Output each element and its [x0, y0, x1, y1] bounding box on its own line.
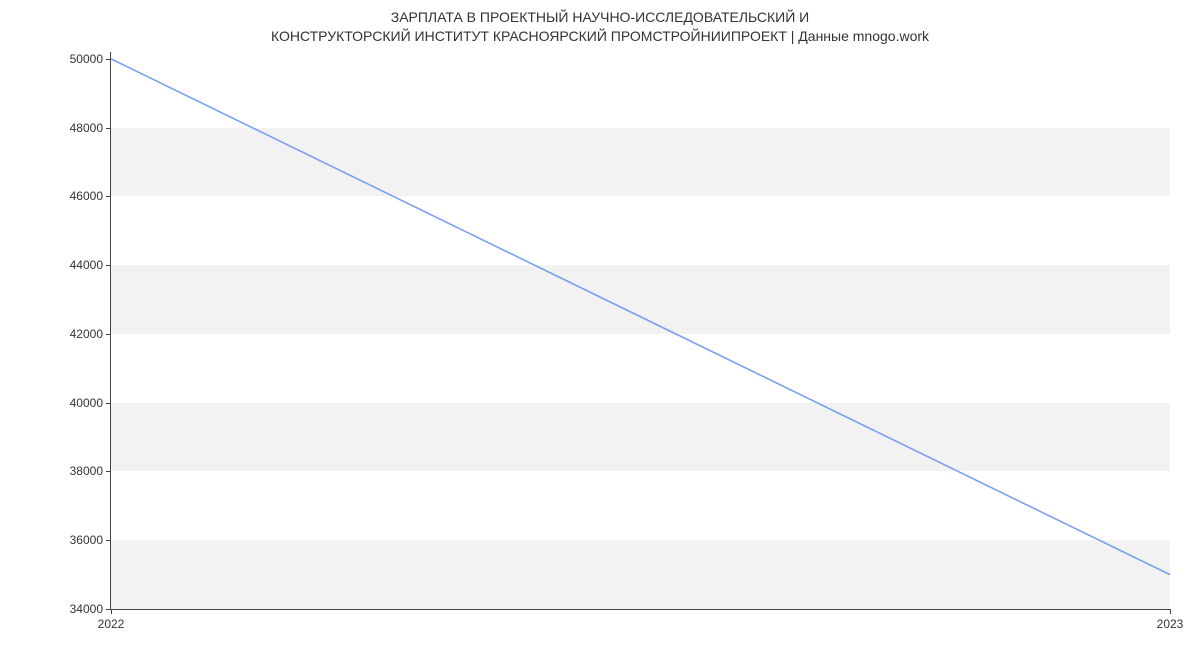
y-tick-label: 42000 [70, 327, 111, 341]
series-line [111, 59, 1170, 575]
chart-container: ЗАРПЛАТА В ПРОЕКТНЫЙ НАУЧНО-ИССЛЕДОВАТЕЛ… [0, 0, 1200, 650]
x-tick-label: 2022 [98, 609, 125, 631]
y-tick-label: 46000 [70, 189, 111, 203]
y-tick-label: 40000 [70, 396, 111, 410]
y-tick-label: 36000 [70, 533, 111, 547]
y-tick-label: 50000 [70, 52, 111, 66]
y-tick-label: 44000 [70, 258, 111, 272]
x-tick-label: 2023 [1157, 609, 1184, 631]
chart-title-line2: КОНСТРУКТОРСКИЙ ИНСТИТУТ КРАСНОЯРСКИЙ ПР… [271, 28, 929, 44]
y-tick-label: 48000 [70, 121, 111, 135]
line-layer [111, 52, 1170, 609]
chart-title: ЗАРПЛАТА В ПРОЕКТНЫЙ НАУЧНО-ИССЛЕДОВАТЕЛ… [0, 8, 1200, 46]
plot-area: 3400036000380004000042000440004600048000… [110, 52, 1170, 610]
y-tick-label: 38000 [70, 464, 111, 478]
chart-title-line1: ЗАРПЛАТА В ПРОЕКТНЫЙ НАУЧНО-ИССЛЕДОВАТЕЛ… [391, 9, 810, 25]
